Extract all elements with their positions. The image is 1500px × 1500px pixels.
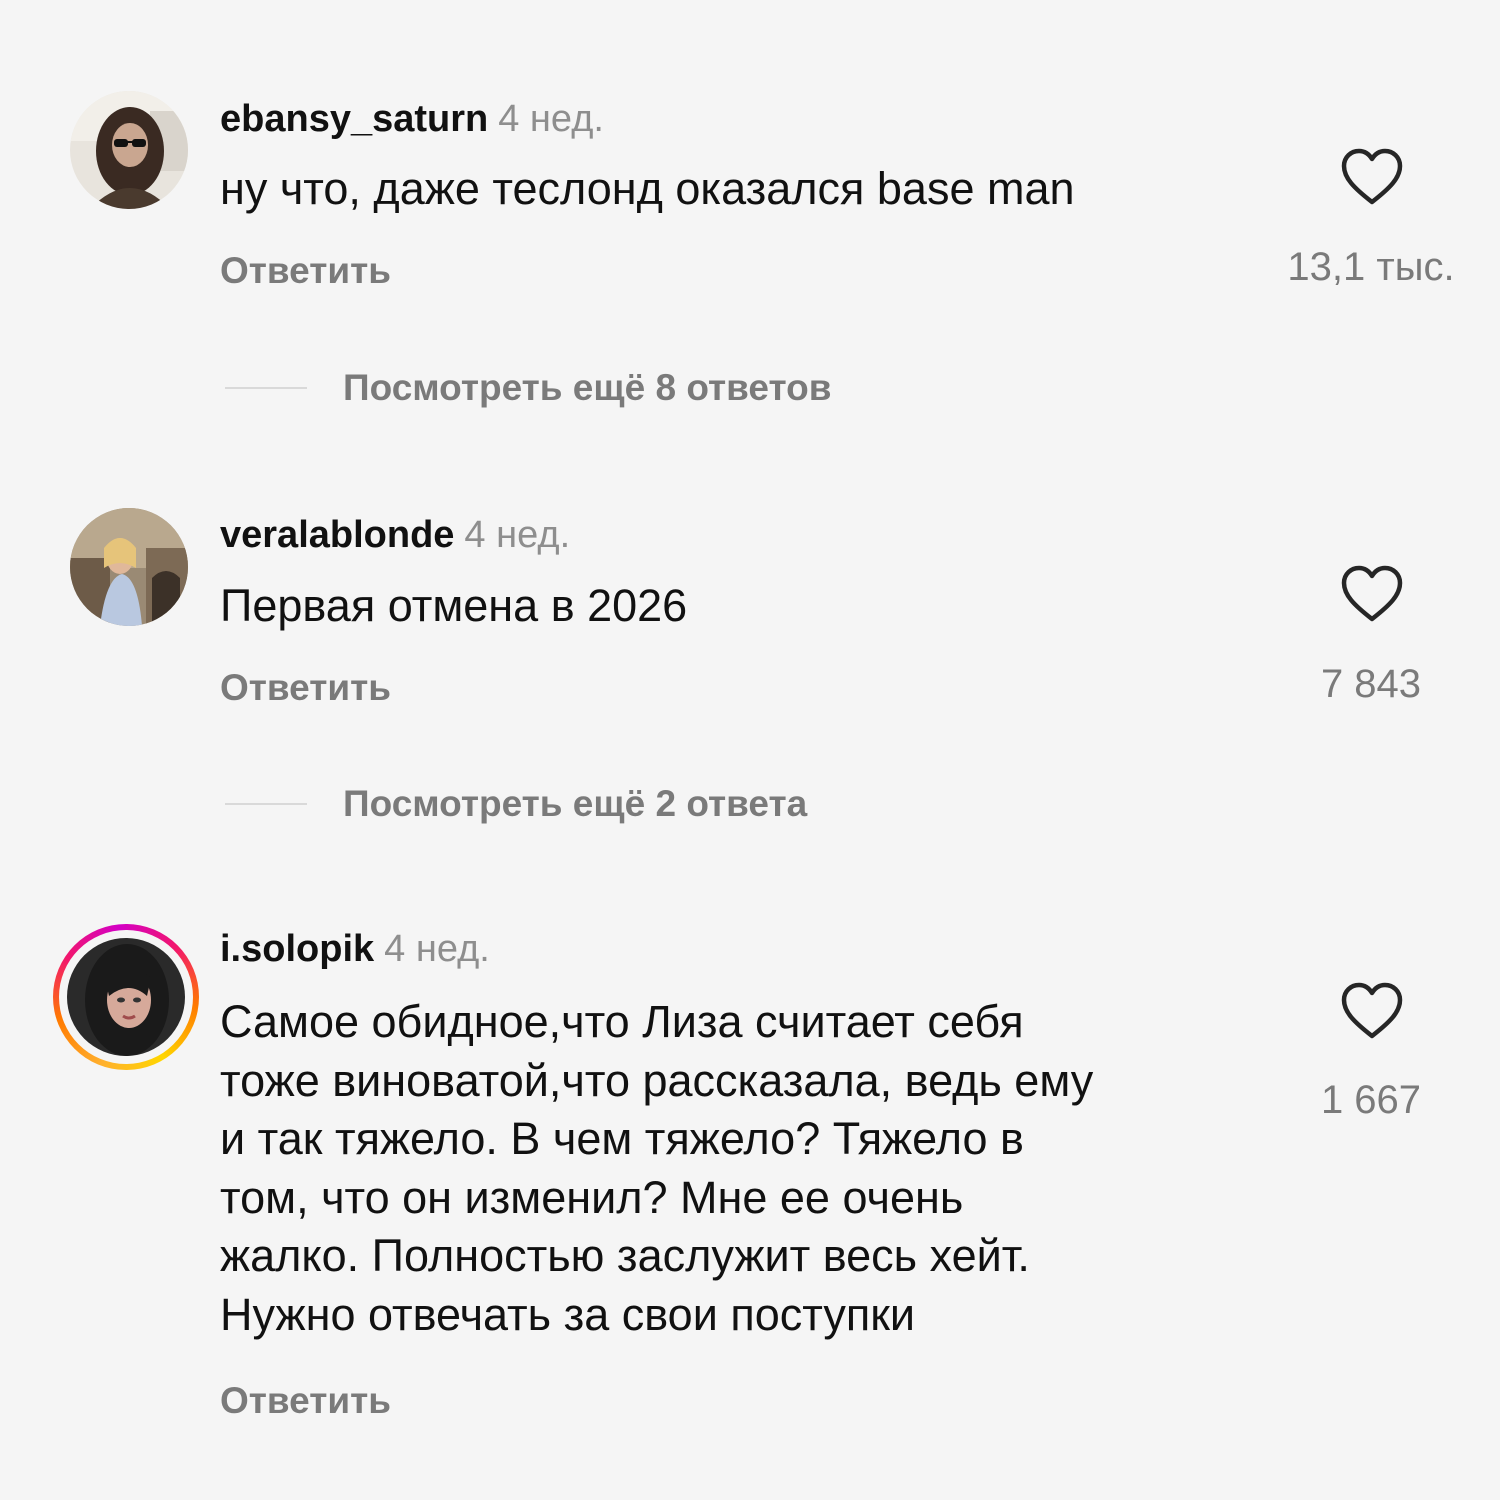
timestamp: 4 нед. [464,514,571,556]
avatar[interactable] [70,91,188,209]
like-count: 13,1 тыс. [1287,245,1455,289]
reply-button[interactable]: Ответить [220,667,391,709]
avatar [67,938,185,1056]
like-count: 7 843 [1320,662,1422,706]
username[interactable]: veralablonde [220,514,454,556]
username[interactable]: i.solopik [220,928,374,970]
timestamp: 4 нед. [498,98,604,140]
view-more-replies-button[interactable]: Посмотреть ещё 8 ответов [225,366,831,410]
reply-button[interactable]: Ответить [220,250,391,292]
heart-outline-icon[interactable] [1340,148,1404,206]
comment-header: veralablonde 4 нед. [220,511,570,559]
heart-outline-icon[interactable] [1340,565,1404,623]
comment-text: Самое обидное,что Лиза считает себя тоже… [220,996,1094,1340]
avatar-photo [67,938,185,1056]
avatar[interactable] [70,508,188,626]
divider-line [225,803,307,805]
heart-outline-icon[interactable] [1340,982,1404,1040]
avatar-photo [70,508,188,626]
comment-header: ebansy_saturn 4 нед. [220,95,604,143]
story-ring-gap [59,930,193,1064]
comment-text: Первая отмена в 2026 [220,580,688,631]
username[interactable]: ebansy_saturn [220,98,488,140]
divider-line [225,387,307,389]
avatar-photo [70,91,188,209]
comment-header: i.solopik 4 нед. [220,925,490,973]
view-more-replies-label: Посмотреть ещё 8 ответов [343,367,832,408]
timestamp: 4 нед. [384,928,490,970]
reply-button[interactable]: Ответить [220,1380,391,1422]
view-more-replies-label: Посмотреть ещё 2 ответа [343,783,808,824]
avatar-story-ring[interactable] [53,924,199,1070]
like-count: 1 667 [1320,1078,1422,1122]
view-more-replies-button[interactable]: Посмотреть ещё 2 ответа [225,782,807,826]
comment-text: ну что, даже теслонд оказался base man [220,163,1075,214]
